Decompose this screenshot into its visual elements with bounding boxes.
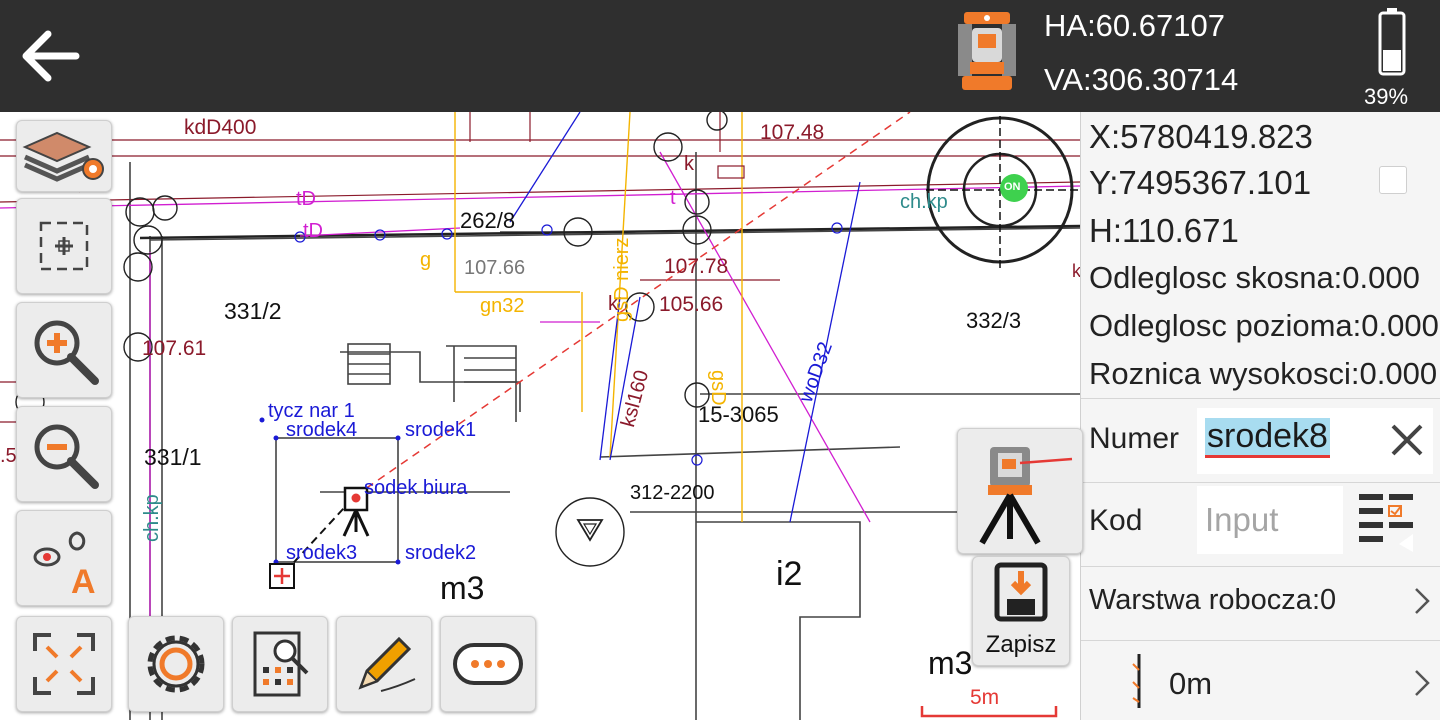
layers-settings-button[interactable] [16,120,112,192]
zoom-extent-button[interactable] [16,198,112,294]
map-label: 107.48 [760,121,825,144]
map-label: 107.61 [142,337,207,360]
arrow-left-icon[interactable] [18,24,82,88]
numer-label: Numer [1089,422,1180,455]
zoom-in-button[interactable] [16,302,112,398]
target-height[interactable]: 0m [1169,666,1212,702]
map-label: 15-3065 [698,402,779,427]
target-height-icon [1132,654,1141,708]
gps-on-badge: ON [1004,181,1021,193]
close-icon[interactable] [1387,420,1427,460]
point-label-button[interactable]: A [16,510,112,606]
divider [1081,640,1440,641]
fullscreen-button[interactable] [16,616,112,712]
map-label: tD [296,188,316,210]
horizontal-distance: Odleglosc pozioma:0.000 [1089,308,1439,343]
save-icon [994,562,1048,622]
map-label: srodek2 [405,542,477,564]
map-label: i2 [776,555,803,593]
map-label: 262/8 [460,208,516,233]
working-layer[interactable]: Warstwa robocza:0 [1089,584,1336,617]
map-label: kdD400 [184,116,257,139]
pencil-icon [358,636,416,692]
code-list-icon[interactable] [1353,486,1419,552]
zoom-out-icon [34,424,99,489]
point-label-icon: A [33,531,96,601]
info-panel: X:5780419.823 Y:7495367.101 H:110.671 Od… [1080,112,1440,720]
scale-label: 5m [970,686,1000,709]
zoom-extent-icon [39,221,89,271]
map-label: ch.kp [900,191,948,213]
map-label: k [1072,261,1080,281]
kod-input[interactable] [1197,486,1343,554]
map-label: 332/3 [966,308,1022,333]
expand-icon [33,633,95,695]
map-label: srodek4 [286,419,358,441]
map-label: m3 [440,570,485,606]
svg-text:A: A [71,563,96,601]
map-label: tycz nar 1 [268,400,355,422]
save-button[interactable]: Zapisz [972,556,1070,666]
height-difference: Roznica wysokosci:0.000 [1089,356,1438,391]
numer-value[interactable]: srodek8 [1205,417,1330,459]
zoom-out-button[interactable] [16,406,112,502]
total-station-icon [958,12,1016,90]
map-label: 105.66 [659,293,724,316]
map-label: ch.kp [141,494,163,542]
map-label: gsD nierz [611,237,633,322]
coordinate-checkbox[interactable] [1379,166,1407,194]
map-label: k [684,153,694,175]
layers-settings-icon [22,131,104,182]
coord-y: Y:7495367.101 [1089,164,1312,201]
map-label: 107.78 [664,255,729,278]
total-station-tripod-icon [979,447,1073,545]
map-label: gn32 [480,295,525,317]
report-button[interactable] [232,616,328,712]
map-label: 107.66 [464,257,526,279]
map-label: 331/2 [224,298,282,324]
map-label: 312-2200 [630,482,715,504]
zoom-in-icon [34,320,99,385]
map-label: sodek biura [364,477,468,499]
more-button[interactable] [440,616,536,712]
more-icon [453,643,523,685]
chevron-right-icon[interactable] [1413,668,1431,698]
battery-percent: 39% [1364,84,1409,109]
map-label: gsD [707,370,729,406]
map-label: 331/1 [144,444,202,470]
map-label: .5 [0,445,17,467]
gear-icon [147,635,205,693]
top-bar: HA:60.67107 VA:306.30714 39% [0,0,1440,112]
slope-distance: Odleglosc skosna:0.000 [1089,260,1420,295]
map-label: t [670,187,676,209]
kod-field[interactable] [1197,486,1343,554]
battery-icon [1378,8,1406,76]
divider [1081,482,1440,483]
kod-label: Kod [1089,504,1143,537]
coord-x: X:5780419.823 [1089,118,1313,155]
map-label: srodek1 [405,419,477,441]
map-label: srodek3 [286,542,358,564]
settings-button[interactable] [128,616,224,712]
map-label: g [420,249,432,271]
divider [1081,398,1440,399]
divider [1081,566,1440,567]
ha-readout: HA:60.67107 [1044,8,1225,43]
report-search-icon [253,631,309,697]
draw-button[interactable] [336,616,432,712]
map-label: m3 [928,645,973,681]
save-label: Zapisz [985,631,1057,658]
coord-h: H:110.671 [1089,212,1239,249]
map-label: tD [303,220,323,242]
numer-field[interactable]: srodek8 [1197,408,1433,474]
measure-button[interactable] [957,428,1083,554]
chevron-right-icon[interactable] [1413,586,1431,616]
va-readout: VA:306.30714 [1044,62,1239,97]
